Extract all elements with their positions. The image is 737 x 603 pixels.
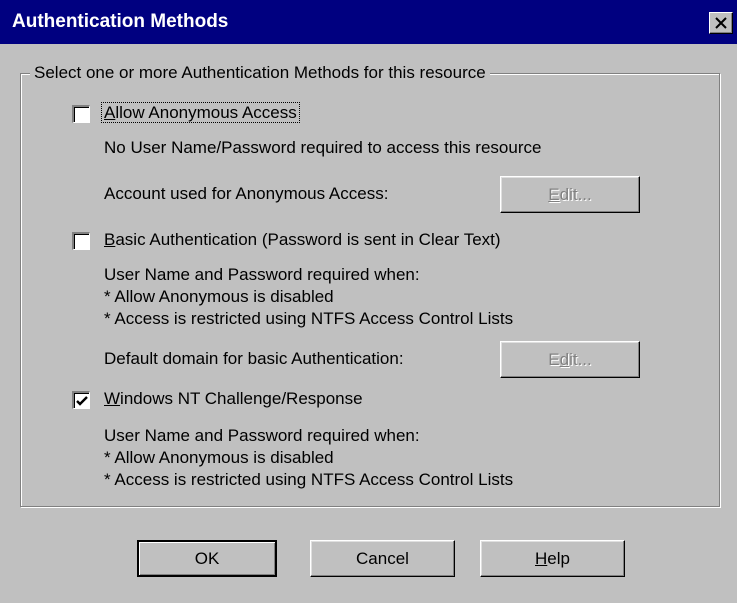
basic-auth-label[interactable]: Basic Authentication (Password is sent i…	[104, 230, 501, 250]
label-rest: dit...	[559, 185, 592, 204]
basic-auth-desc-line: * Allow Anonymous is disabled	[104, 287, 334, 306]
windows-nt-desc-line: * Access is restricted using NTFS Access…	[104, 470, 514, 489]
label-prefix: E	[548, 350, 560, 369]
windows-nt-checkbox[interactable]	[72, 391, 90, 409]
allow-anonymous-label[interactable]: Allow Anonymous Access	[101, 102, 300, 123]
basic-auth-desc-line: User Name and Password required when:	[104, 265, 420, 284]
cancel-button[interactable]: Cancel	[310, 540, 455, 577]
anonymous-description: No User Name/Password required to access…	[104, 138, 542, 157]
label-rest: elp	[547, 549, 570, 568]
anonymous-account-label: Account used for Anonymous Access:	[104, 184, 389, 203]
focus-rect: Allow Anonymous Access	[101, 102, 300, 123]
help-button[interactable]: Help	[480, 540, 625, 577]
label-rest: asic Authentication (Password is sent in…	[115, 230, 501, 249]
allow-anonymous-checkbox[interactable]	[72, 105, 90, 123]
label-rest: llow Anonymous Access	[115, 103, 297, 122]
windows-nt-desc-line: User Name and Password required when:	[104, 426, 420, 445]
mnemonic: B	[104, 230, 116, 249]
label-rest: indows NT Challenge/Response	[120, 389, 363, 408]
ok-button[interactable]: OK	[137, 540, 277, 577]
close-icon	[715, 17, 727, 29]
basic-domain-edit-button[interactable]: Edit...	[500, 341, 640, 378]
mnemonic: A	[104, 103, 116, 122]
basic-auth-checkbox[interactable]	[72, 232, 90, 250]
close-button[interactable]	[709, 12, 733, 34]
anonymous-edit-button[interactable]: Edit...	[500, 176, 640, 213]
basic-domain-label: Default domain for basic Authentication:	[104, 349, 404, 368]
mnemonic: d	[559, 350, 570, 369]
mnemonic: E	[548, 185, 560, 204]
windows-nt-desc-line: * Allow Anonymous is disabled	[104, 448, 334, 467]
authentication-methods-dialog: Authentication Methods Select one or mor…	[0, 0, 737, 603]
title-bar[interactable]: Authentication Methods	[0, 0, 737, 44]
mnemonic: W	[104, 389, 121, 408]
window-title: Authentication Methods	[12, 11, 229, 32]
basic-auth-desc-line: * Access is restricted using NTFS Access…	[104, 309, 514, 328]
group-label: Select one or more Authentication Method…	[30, 63, 490, 83]
label-rest: it...	[569, 350, 592, 369]
mnemonic: H	[535, 549, 548, 568]
checkmark-icon	[76, 396, 88, 406]
windows-nt-label[interactable]: Windows NT Challenge/Response	[104, 389, 363, 409]
